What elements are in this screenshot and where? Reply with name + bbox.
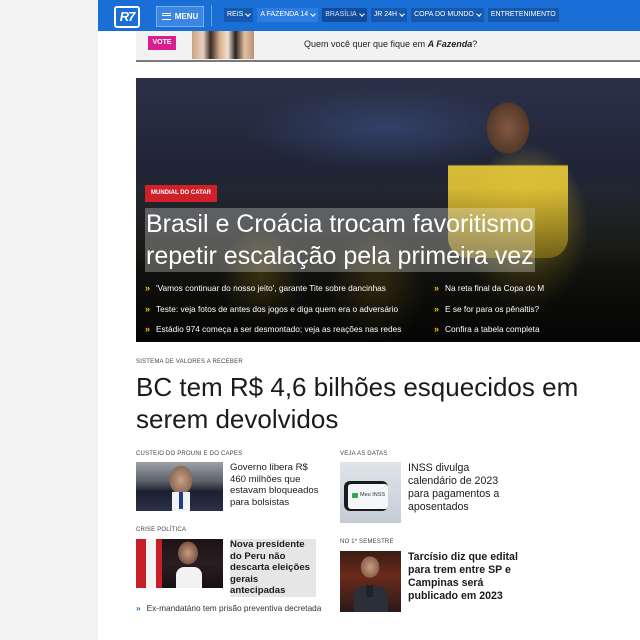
chevron-right-icon: » (434, 324, 440, 334)
card-kicker[interactable]: VEJA AS DATAS (340, 451, 387, 457)
menu-label: MENU (174, 12, 199, 21)
nav-tab-entretenimento[interactable]: ENTRETENIMENTO (487, 8, 559, 22)
nav-tab-a-fazenda[interactable]: A FAZENDA 14 (257, 8, 319, 22)
nav-divider (211, 5, 212, 26)
hero-related-link[interactable]: » E se for para os pênaltis? (434, 304, 539, 314)
card-kicker[interactable]: CUSTEIO DO PROUNI E DO CAPES (136, 451, 242, 457)
hero-related-link-text: Teste: veja fotos de antes dos jogos e d… (156, 304, 399, 314)
vote-banner[interactable]: VOTE Quem você quer que fique em A Fazen… (136, 31, 640, 62)
top-navigation-bar: R7 MENU REIS A FAZENDA 14 BRASÍLIA JR 24… (98, 0, 640, 31)
chevron-down-icon (310, 11, 317, 17)
nav-tab-label: A FAZENDA 14 (260, 11, 309, 18)
menu-button[interactable]: MENU (156, 6, 204, 27)
nav-tab-label: REIS (227, 11, 244, 18)
chevron-down-icon (245, 11, 252, 17)
vote-banner-text[interactable]: Quem você quer que fique em A Fazenda? (304, 39, 477, 49)
nav-tab-reis[interactable]: REIS (224, 8, 254, 22)
vote-badge[interactable]: VOTE (148, 36, 176, 50)
hamburger-icon (161, 13, 171, 20)
card-kicker[interactable]: NO 1º SEMESTRE (340, 539, 394, 545)
chevron-right-icon: » (145, 304, 151, 314)
hero-related-link[interactable]: » 'Vamos continuar do nosso jeito', garan… (145, 283, 386, 293)
story-thumbnail-photo[interactable] (136, 462, 223, 511)
nav-tab-label: JR 24H (373, 11, 398, 18)
related-link[interactable]: » Ex-mandatário tem prisão preventiva de… (136, 603, 321, 613)
nav-tab-jr-24h[interactable]: JR 24H (370, 8, 408, 22)
hero-related-link-text: Estádio 974 começa a ser desmontado; vej… (156, 324, 402, 334)
main-story-headline[interactable]: BC tem R$ 4,6 bilhões esquecidos em sere… (136, 371, 640, 435)
chevron-right-icon: » (434, 304, 440, 314)
peru-flag-red (156, 539, 162, 588)
r7-logo[interactable]: R7 (114, 6, 140, 28)
jacket-shape (176, 567, 202, 588)
nav-tab-copa-do-mundo[interactable]: COPA DO MUNDO (411, 8, 484, 22)
story-thumbnail-photo[interactable] (340, 551, 401, 612)
main-story-kicker[interactable]: SISTEMA DE VALORES A RECEBER (136, 359, 243, 365)
vote-text-prefix: Quem você quer que fique em (304, 39, 428, 49)
story-title[interactable]: Tarcísio diz que edital para trem entre … (408, 551, 520, 603)
hero-related-link-text: Na reta final da Copa do M (445, 283, 545, 293)
hero-related-link-text: E se for para os pênaltis? (445, 304, 540, 314)
nav-tab-label: ENTRETENIMENTO (490, 11, 556, 18)
microphone-icon (366, 585, 373, 597)
main-headline-line-2: serem devolvidos (136, 404, 339, 434)
hero-related-link[interactable]: » Teste: veja fotos de antes dos jogos e … (145, 304, 398, 314)
nav-tab-label: COPA DO MUNDO (414, 11, 474, 18)
hero-related-link[interactable]: » Confira a tabela completa (434, 324, 540, 334)
left-gutter (0, 0, 98, 640)
peru-flag-red (136, 539, 146, 588)
hero-story[interactable]: MUNDIAL DO CATAR Brasil e Croácia trocam… (136, 78, 640, 342)
meu-inss-logo-icon (352, 493, 358, 498)
hero-related-link-text: 'Vamos continuar do nosso jeito', garant… (156, 283, 386, 293)
chevron-right-icon: » (145, 283, 151, 293)
story-title[interactable]: Governo libera R$ 460 milhões que estava… (230, 462, 326, 508)
story-thumbnail-photo[interactable]: Meu INSS (340, 462, 401, 523)
main-headline-line-1: BC tem R$ 4,6 bilhões esquecidos em (136, 372, 579, 402)
story-thumbnail-photo[interactable] (136, 539, 223, 588)
hero-related-link[interactable]: » Na reta final da Copa do M (434, 283, 544, 293)
story-title[interactable]: Nova presidente do Peru não descarta ele… (230, 539, 316, 597)
vote-text-suffix: ? (472, 39, 478, 49)
peru-flag-white (146, 539, 156, 588)
participants-photo (192, 31, 254, 59)
chevron-right-icon: » (136, 603, 141, 613)
vote-text-show-name: A Fazenda (427, 39, 473, 49)
tie-shape (179, 492, 183, 509)
card-kicker[interactable]: CRISE POLÍTICA (136, 527, 186, 533)
related-link-text: Ex-mandatário tem prisão preventiva decr… (146, 603, 322, 613)
meu-inss-label: Meu INSS (360, 492, 386, 498)
chevron-down-icon (475, 11, 482, 17)
hero-related-link[interactable]: » Estádio 974 começa a ser desmontado; ve… (145, 324, 401, 334)
hero-headline[interactable]: Brasil e Croácia trocam favoritismo repe… (145, 208, 640, 272)
nav-tabs: REIS A FAZENDA 14 BRASÍLIA JR 24H COPA D… (224, 8, 559, 22)
nav-tab-brasilia[interactable]: BRASÍLIA (322, 8, 367, 22)
page: R7 MENU REIS A FAZENDA 14 BRASÍLIA JR 24… (98, 0, 640, 640)
story-title[interactable]: INSS divulga calendário de 2023 para pag… (408, 462, 514, 514)
hero-related-link-text: Confira a tabela completa (445, 324, 540, 334)
chevron-right-icon: » (145, 324, 151, 334)
hero-kicker[interactable]: MUNDIAL DO CATAR (145, 185, 217, 202)
chevron-right-icon: » (434, 283, 440, 293)
chevron-down-icon (399, 11, 405, 17)
hero-headline-line-2: repetir escalação pela primeira vez (145, 240, 535, 272)
chevron-down-icon (358, 11, 365, 17)
nav-tab-label: BRASÍLIA (325, 11, 357, 18)
hero-headline-line-1: Brasil e Croácia trocam favoritismo (145, 208, 535, 240)
